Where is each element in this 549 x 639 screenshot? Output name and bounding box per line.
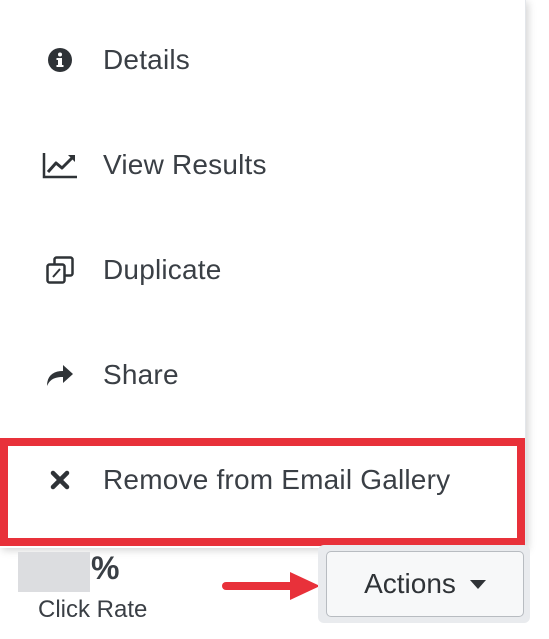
- duplicate-icon: [40, 250, 80, 290]
- info-circle-icon: [40, 40, 80, 80]
- menu-item-duplicate[interactable]: Duplicate: [0, 240, 526, 300]
- menu-item-details[interactable]: Details: [0, 30, 526, 90]
- menu-item-remove-from-gallery[interactable]: Remove from Email Gallery: [0, 450, 526, 510]
- actions-button-label: Actions: [364, 568, 456, 599]
- share-arrow-icon: [40, 355, 80, 395]
- menu-item-share[interactable]: Share: [0, 345, 526, 405]
- actions-button[interactable]: Actions: [326, 551, 524, 617]
- menu-item-label: View Results: [103, 149, 267, 180]
- menu-item-label: Share: [103, 359, 179, 390]
- actions-button-wrapper: Actions: [318, 545, 530, 623]
- actions-dropdown-menu: Details View Results Duplicate Share Rem…: [0, 0, 526, 548]
- close-x-icon: [40, 460, 80, 500]
- menu-item-label: Details: [103, 44, 190, 75]
- annotation-arrow-icon: [222, 572, 320, 600]
- click-rate-percent: %: [91, 550, 120, 586]
- menu-item-label: Remove from Email Gallery: [103, 464, 451, 495]
- click-rate-value-redacted: [18, 552, 90, 592]
- menu-item-label: Duplicate: [103, 254, 222, 285]
- caret-down-icon: [469, 579, 486, 589]
- menu-item-view-results[interactable]: View Results: [0, 135, 526, 195]
- line-chart-icon: [40, 145, 80, 185]
- click-rate-label: Click Rate: [38, 596, 148, 623]
